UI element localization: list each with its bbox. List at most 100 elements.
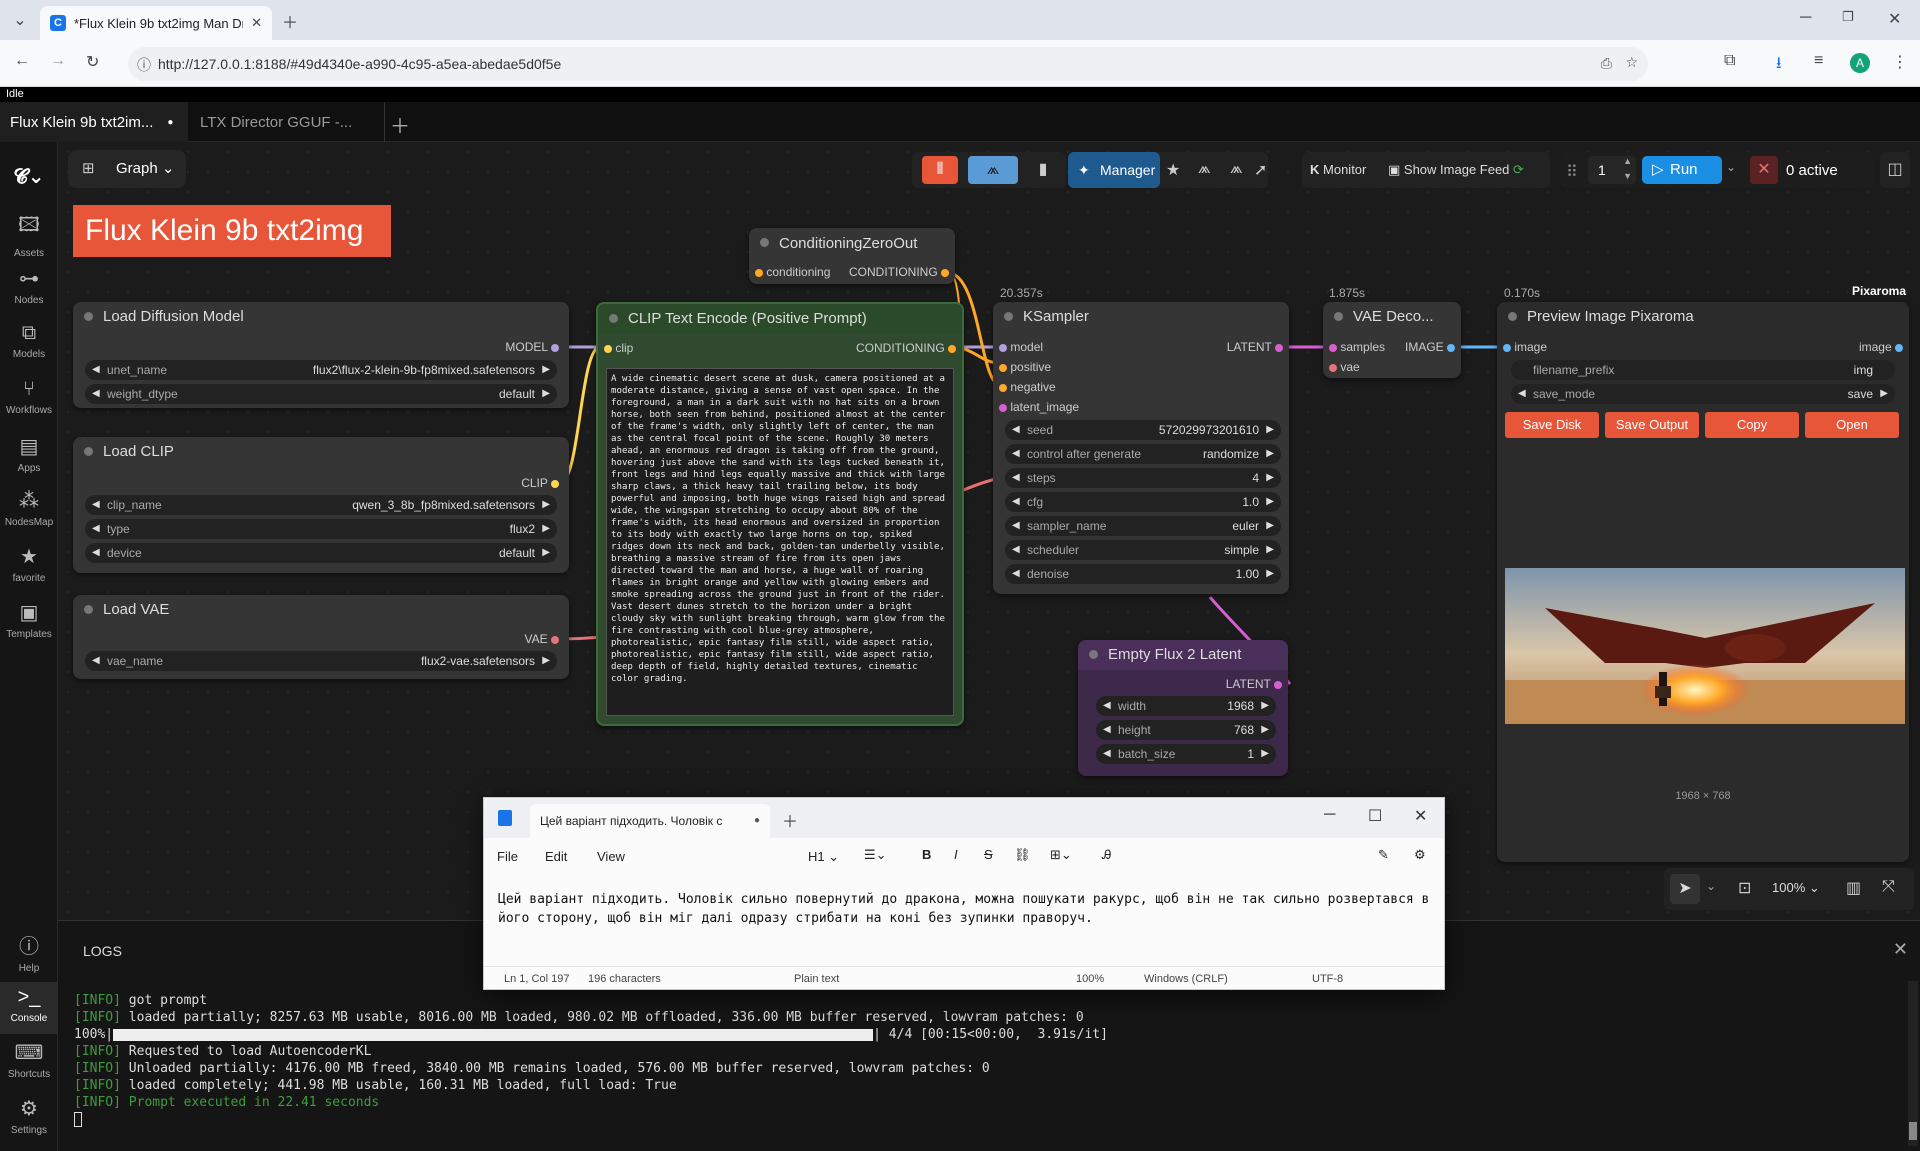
save-output-button[interactable]: Save Output	[1605, 412, 1699, 438]
node-clip-text-encode[interactable]: CLIP Text Encode (Positive Prompt) clip …	[596, 302, 964, 726]
input-image[interactable]: image	[1503, 339, 1547, 355]
save-disk-button[interactable]: Save Disk	[1505, 412, 1599, 438]
bold-icon[interactable]: B	[922, 847, 931, 862]
collapse-dot-icon[interactable]	[1089, 650, 1098, 659]
widget-control-after-generate[interactable]: ◀ control after generate randomize ▶	[1005, 444, 1281, 464]
extensions-icon[interactable]: ⧉	[1724, 52, 1735, 70]
table-icon[interactable]: ⊞⌄	[1050, 847, 1072, 863]
close-tab-icon[interactable]: ✕	[251, 15, 262, 31]
input-conditioning[interactable]: conditioning	[755, 264, 830, 280]
node-load-diffusion-model[interactable]: Load Diffusion Model MODEL ◀ unet_name flu…	[73, 302, 569, 408]
widget-clip-name[interactable]: ◀ clip_name qwen_3_8b_fp8mixed.safetensors…	[85, 495, 557, 515]
heading-dropdown[interactable]: H1 ⌄	[808, 849, 839, 865]
active-queue-count[interactable]: 0 active	[1786, 162, 1838, 179]
sidebar-item-models[interactable]: ⧉ Models	[0, 322, 58, 360]
output-model[interactable]: MODEL	[505, 339, 559, 355]
browser-menu-icon[interactable]: ⋮	[1892, 52, 1908, 72]
hide-links-icon[interactable]: ⤧	[1882, 878, 1895, 896]
fit-view-icon[interactable]: ⊡	[1738, 878, 1751, 898]
tool-chevron-icon[interactable]: ⌄	[1706, 879, 1716, 893]
restore-icon[interactable]: ❐	[1842, 9, 1854, 25]
menu-view[interactable]: View	[597, 849, 625, 864]
pixaroma-a-icon[interactable]: ⩕	[1198, 160, 1211, 178]
sidebar-item-workflows[interactable]: ⑂ Workflows	[0, 378, 58, 416]
collapse-dot-icon[interactable]	[84, 605, 93, 614]
collapse-dot-icon[interactable]	[84, 447, 93, 456]
output-vae[interactable]: VAE	[525, 631, 559, 647]
copilot-icon[interactable]: ✎	[1378, 847, 1389, 863]
link-icon[interactable]: ⛓	[1014, 847, 1031, 863]
copy-button[interactable]: Copy	[1705, 412, 1799, 438]
node-vae-decode[interactable]: VAE Deco... samples vae IMAGE	[1323, 302, 1461, 378]
url-field[interactable]: ⓘ http://127.0.0.1:8188/#49d4340e-a990-4…	[128, 47, 1648, 81]
node-conditioning-zero-out[interactable]: ConditioningZeroOut conditioning CONDITI…	[749, 228, 955, 284]
node-load-clip[interactable]: Load CLIP CLIP ◀ clip_name qwen_3_8b_fp8mi…	[73, 437, 569, 573]
close-logs-icon[interactable]: ✕	[1893, 939, 1908, 960]
sidebar-item-assets[interactable]: 🖾 Assets	[0, 210, 58, 259]
minimap-icon[interactable]: ▥	[1846, 878, 1861, 898]
menu-file[interactable]: File	[497, 849, 518, 864]
node-preview-image-pixaroma[interactable]: Preview Image Pixaroma image image filen…	[1497, 302, 1909, 862]
widget-device[interactable]: ◀ device default ▶	[85, 543, 557, 563]
collapse-dot-icon[interactable]	[609, 314, 618, 323]
reading-list-icon[interactable]: ≡	[1814, 52, 1823, 70]
bookmark-star-icon[interactable]: ☆	[1625, 54, 1638, 71]
collapse-dot-icon[interactable]	[1334, 312, 1343, 321]
group-title[interactable]: Flux Klein 9b txt2img	[73, 205, 391, 257]
strikethrough-icon[interactable]: S	[984, 847, 993, 862]
zoom-level[interactable]: 100% ⌄	[1772, 880, 1820, 896]
collapse-dot-icon[interactable]	[1004, 312, 1013, 321]
node-empty-flux2-latent[interactable]: Empty Flux 2 Latent LATENT ◀ width 1968 ▶ ◀…	[1078, 640, 1288, 776]
input-latent-image[interactable]: latent_image	[999, 399, 1079, 415]
notepad-tab[interactable]: Цей варіант підходить. Чоловік с ●	[530, 804, 770, 838]
profile-avatar[interactable]: A	[1850, 53, 1870, 73]
zoom-level[interactable]: 100%	[1076, 973, 1104, 985]
widget-width[interactable]: ◀ width 1968 ▶	[1096, 696, 1276, 716]
show-image-feed-button[interactable]: ▣ Show Image Feed ⟳	[1388, 162, 1524, 178]
widget-filename-prefix[interactable]: filename_prefix img	[1511, 360, 1895, 380]
input-model[interactable]: model	[999, 339, 1043, 355]
widget-save-mode[interactable]: ◀ save_mode save ▶	[1511, 384, 1895, 404]
maximize-icon[interactable]: ☐	[1368, 806, 1382, 826]
select-tool-icon[interactable]: ➤	[1670, 874, 1700, 904]
manager-button[interactable]: ✦ Manager	[1068, 152, 1160, 188]
collapse-dot-icon[interactable]	[1508, 312, 1517, 321]
sidebar-item-help[interactable]: ⓘ Help	[0, 930, 58, 974]
tab-list-chevron-icon[interactable]: ⌄	[10, 10, 30, 30]
logs-scrollbar[interactable]	[1908, 981, 1918, 1146]
run-options-chevron-icon[interactable]: ⌄	[1726, 160, 1736, 174]
output-conditioning[interactable]: CONDITIONING	[856, 340, 956, 356]
collapse-dot-icon[interactable]	[760, 238, 769, 247]
output-latent[interactable]: LATENT	[1226, 676, 1282, 692]
close-window-icon[interactable]: ✕	[1888, 9, 1901, 29]
run-button[interactable]: ▷ Run	[1642, 156, 1722, 184]
close-icon[interactable]: ✕	[1414, 806, 1427, 826]
workflow-tab-active[interactable]: Flux Klein 9b txt2im... ●	[0, 102, 188, 142]
settings-gear-icon[interactable]: ⚙	[1414, 847, 1426, 863]
widget-steps[interactable]: ◀ steps 4 ▶	[1005, 468, 1281, 488]
node-load-vae[interactable]: Load VAE VAE ◀ vae_name flux2-vae.safetens…	[73, 595, 569, 679]
widget-type[interactable]: ◀ type flux2 ▶	[85, 519, 557, 539]
workflow-tab[interactable]: LTX Director GGUF -...	[190, 102, 380, 142]
widget-denoise[interactable]: ◀ denoise 1.00 ▶	[1005, 564, 1281, 584]
notepad-text[interactable]: Цей варіант підходить. Чоловік сильно по…	[498, 890, 1432, 928]
cancel-icon[interactable]: ✕	[1750, 156, 1778, 184]
install-app-icon[interactable]: ⎙	[1601, 55, 1612, 72]
widget-unet-name[interactable]: ◀ unet_name flux2\flux-2-klein-9b-fp8mixed…	[85, 360, 557, 380]
output-image[interactable]: image	[1859, 339, 1903, 355]
sidebar-item-apps[interactable]: ▤ Apps	[0, 434, 58, 474]
widget-scheduler[interactable]: ◀ scheduler simple ▶	[1005, 540, 1281, 560]
widget-weight-dtype[interactable]: ◀ weight_dtype default ▶	[85, 384, 557, 404]
widget-vae-name[interactable]: ◀ vae_name flux2-vae.safetensors ▶	[85, 651, 557, 671]
sidebar-item-shortcuts[interactable]: ⌨ Shortcuts	[0, 1040, 58, 1080]
minimize-icon[interactable]: ─	[1800, 9, 1811, 27]
italic-icon[interactable]: I	[954, 847, 958, 862]
site-info-icon[interactable]: ⓘ	[137, 55, 151, 75]
terminal-cursor[interactable]	[74, 1112, 1874, 1129]
widget-cfg[interactable]: ◀ cfg 1.0 ▶	[1005, 492, 1281, 512]
pixaroma-b-icon[interactable]: ⩕	[1230, 160, 1243, 178]
bookmark-icon[interactable]: ▮	[1028, 156, 1058, 184]
output-clip[interactable]: CLIP	[521, 475, 559, 491]
output-conditioning[interactable]: CONDITIONING	[849, 264, 949, 280]
input-clip[interactable]: clip	[604, 340, 633, 356]
